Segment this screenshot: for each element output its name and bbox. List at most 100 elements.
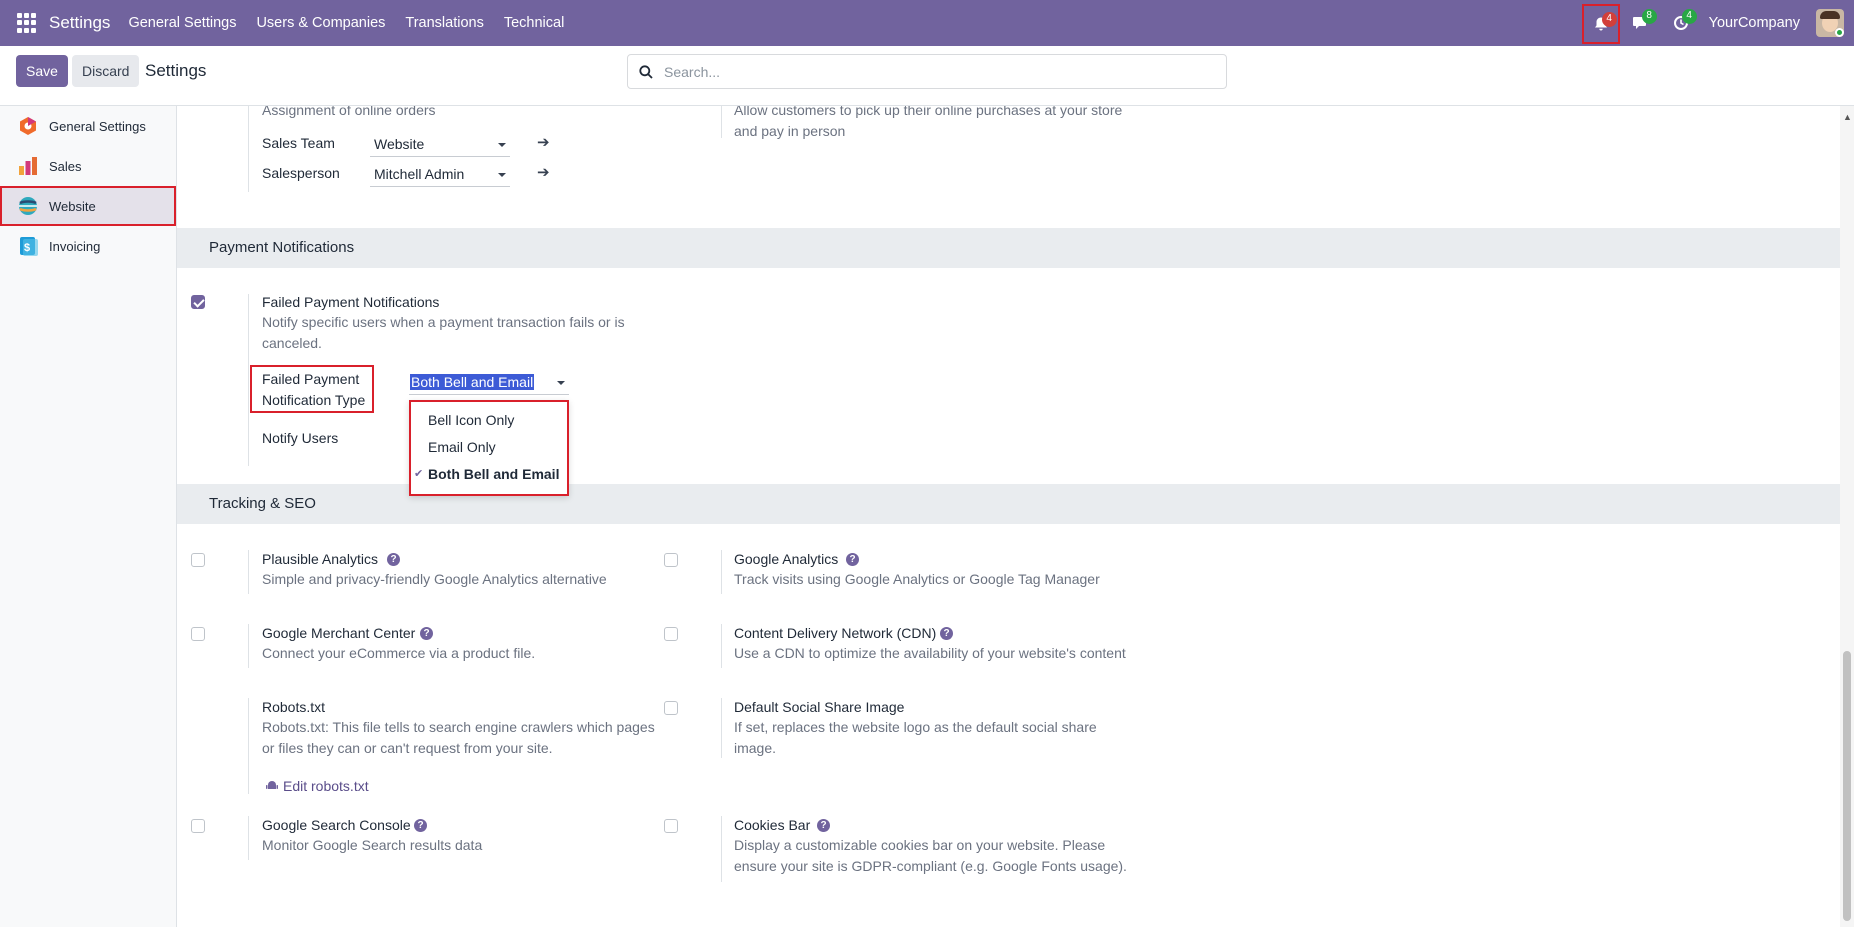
- failed-payment-notifications-checkbox[interactable]: [191, 295, 205, 309]
- sidebar-item-label: Sales: [49, 158, 82, 174]
- page-title: Settings: [145, 61, 207, 80]
- google-analytics-help-icon[interactable]: ?: [846, 553, 859, 566]
- sidebar-item-general-settings[interactable]: General Settings: [0, 106, 176, 146]
- website-icon: [17, 195, 39, 217]
- divider: [721, 106, 722, 138]
- settings-content: Assignment of online orders Sales Team W…: [177, 106, 1840, 927]
- default-social-share-image-title: Default Social Share Image: [734, 699, 905, 715]
- search-icon: [639, 65, 653, 79]
- notification-type-label-2: Notification Type: [262, 392, 366, 408]
- sidebar-item-label: Invoicing: [49, 238, 101, 254]
- menu-users-companies[interactable]: Users & Companies: [256, 15, 385, 31]
- cookies-bar-desc-1: Display a customizable cookies bar on yo…: [734, 837, 1106, 853]
- plausible-help-icon[interactable]: ?: [387, 553, 400, 566]
- notification-bell-button[interactable]: 4: [1581, 3, 1621, 45]
- salesperson-external-link-arrow-icon[interactable]: ➔: [537, 163, 550, 181]
- google-search-console-desc: Monitor Google Search results data: [262, 837, 483, 853]
- chevron-down-icon: [557, 381, 565, 385]
- plausible-analytics-desc: Simple and privacy-friendly Google Analy…: [262, 571, 607, 587]
- cdn-help-icon[interactable]: ?: [940, 627, 953, 640]
- discard-button[interactable]: Discard: [72, 55, 140, 87]
- search-input[interactable]: [664, 61, 1214, 83]
- cdn-desc: Use a CDN to optimize the availability o…: [734, 645, 1126, 661]
- top-navbar: Settings General Settings Users & Compan…: [0, 0, 1854, 46]
- cookies-bar-desc-2: ensure your site is GDPR-compliant (e.g.…: [734, 858, 1127, 874]
- divider: [248, 294, 249, 466]
- notification-type-label-1: Failed Payment: [262, 371, 360, 387]
- cdn-checkbox[interactable]: [664, 627, 678, 641]
- control-panel: Save Discard Settings: [0, 46, 1854, 106]
- messages-button[interactable]: 8: [1621, 0, 1661, 46]
- failed-payment-desc-2: canceled.: [262, 335, 322, 351]
- salesperson-label: Salesperson: [262, 165, 340, 181]
- option-both-bell-and-email[interactable]: ✔ Both Bell and Email: [411, 461, 567, 487]
- sales-team-label: Sales Team: [262, 135, 335, 151]
- google-merchant-center-checkbox[interactable]: [191, 627, 205, 641]
- failed-payment-notifications-title: Failed Payment Notifications: [262, 294, 440, 310]
- divider: [721, 698, 722, 758]
- google-analytics-checkbox[interactable]: [664, 553, 678, 567]
- divider: [248, 106, 249, 192]
- app-brand[interactable]: Settings: [49, 13, 110, 33]
- google-analytics-desc: Track visits using Google Analytics or G…: [734, 571, 1100, 587]
- google-merchant-help-icon[interactable]: ?: [420, 627, 433, 640]
- click-collect-desc-1: Allow customers to pick up their online …: [734, 106, 1123, 118]
- check-icon: ✔: [414, 468, 424, 480]
- sidebar-item-label: General Settings: [49, 118, 146, 134]
- notification-type-dropdown: Bell Icon Only Email Only ✔ Both Bell an…: [409, 400, 569, 496]
- chevron-down-icon: [498, 173, 506, 177]
- chevron-down-icon: [498, 143, 506, 147]
- plausible-analytics-checkbox[interactable]: [191, 553, 205, 567]
- divider: [721, 816, 722, 882]
- option-email-only[interactable]: Email Only: [411, 434, 567, 460]
- menu-translations[interactable]: Translations: [405, 15, 483, 31]
- apps-menu-icon[interactable]: [17, 13, 37, 33]
- android-icon: [266, 781, 278, 789]
- sidebar-item-website[interactable]: Website: [0, 186, 176, 226]
- google-search-console-checkbox[interactable]: [191, 819, 205, 833]
- divider: [248, 816, 249, 860]
- menu-technical[interactable]: Technical: [504, 15, 564, 31]
- edit-robots-txt-link[interactable]: Edit robots.txt: [266, 778, 369, 794]
- cookies-bar-checkbox[interactable]: [664, 819, 678, 833]
- salesperson-select[interactable]: Mitchell Admin: [370, 163, 510, 187]
- option-bell-icon-only[interactable]: Bell Icon Only: [411, 407, 567, 433]
- payment-notifications-section-header: Payment Notifications: [177, 228, 1840, 268]
- scroll-up-arrow-icon[interactable]: ▲: [1843, 112, 1852, 122]
- robots-txt-desc-1: Robots.txt: This file tells to search en…: [262, 719, 655, 735]
- failed-payment-desc-1: Notify specific users when a payment tra…: [262, 314, 625, 330]
- click-collect-desc-2: and pay in person: [734, 123, 846, 139]
- notify-users-label: Notify Users: [262, 430, 339, 446]
- invoicing-icon: $: [17, 235, 39, 257]
- google-search-console-help-icon[interactable]: ?: [414, 819, 427, 832]
- cdn-title: Content Delivery Network (CDN): [734, 625, 937, 641]
- sales-team-external-link-arrow-icon[interactable]: ➔: [537, 133, 550, 151]
- menu-general-settings[interactable]: General Settings: [128, 15, 236, 31]
- scrollbar-thumb[interactable]: [1843, 651, 1851, 921]
- sidebar-item-invoicing[interactable]: $ Invoicing: [0, 226, 176, 266]
- divider: [248, 624, 249, 668]
- google-search-console-title: Google Search Console: [262, 817, 411, 833]
- divider: [248, 698, 249, 794]
- svg-text:$: $: [24, 242, 30, 254]
- activities-button[interactable]: 4: [1661, 0, 1701, 46]
- sales-team-select[interactable]: Website: [370, 133, 510, 157]
- activities-count-badge: 4: [1681, 9, 1697, 24]
- notification-type-select[interactable]: Both Bell and Email: [409, 371, 569, 395]
- divider: [721, 550, 722, 594]
- bell-count-badge: 4: [1601, 12, 1617, 27]
- company-switcher[interactable]: YourCompany: [1709, 15, 1800, 31]
- social-share-desc-1: If set, replaces the website logo as the…: [734, 719, 1097, 735]
- cookies-bar-help-icon[interactable]: ?: [817, 819, 830, 832]
- social-share-desc-2: image.: [734, 740, 777, 756]
- divider: [721, 624, 722, 668]
- sidebar-item-sales[interactable]: Sales: [0, 146, 176, 186]
- online-orders-desc: Assignment of online orders: [262, 106, 436, 118]
- content-scrollbar[interactable]: ▲: [1840, 106, 1854, 927]
- general-settings-icon: [17, 115, 39, 137]
- save-button[interactable]: Save: [16, 55, 68, 87]
- google-merchant-center-desc: Connect your eCommerce via a product fil…: [262, 645, 536, 661]
- user-avatar[interactable]: [1816, 9, 1844, 37]
- default-social-share-image-checkbox[interactable]: [664, 701, 678, 715]
- divider: [248, 550, 249, 594]
